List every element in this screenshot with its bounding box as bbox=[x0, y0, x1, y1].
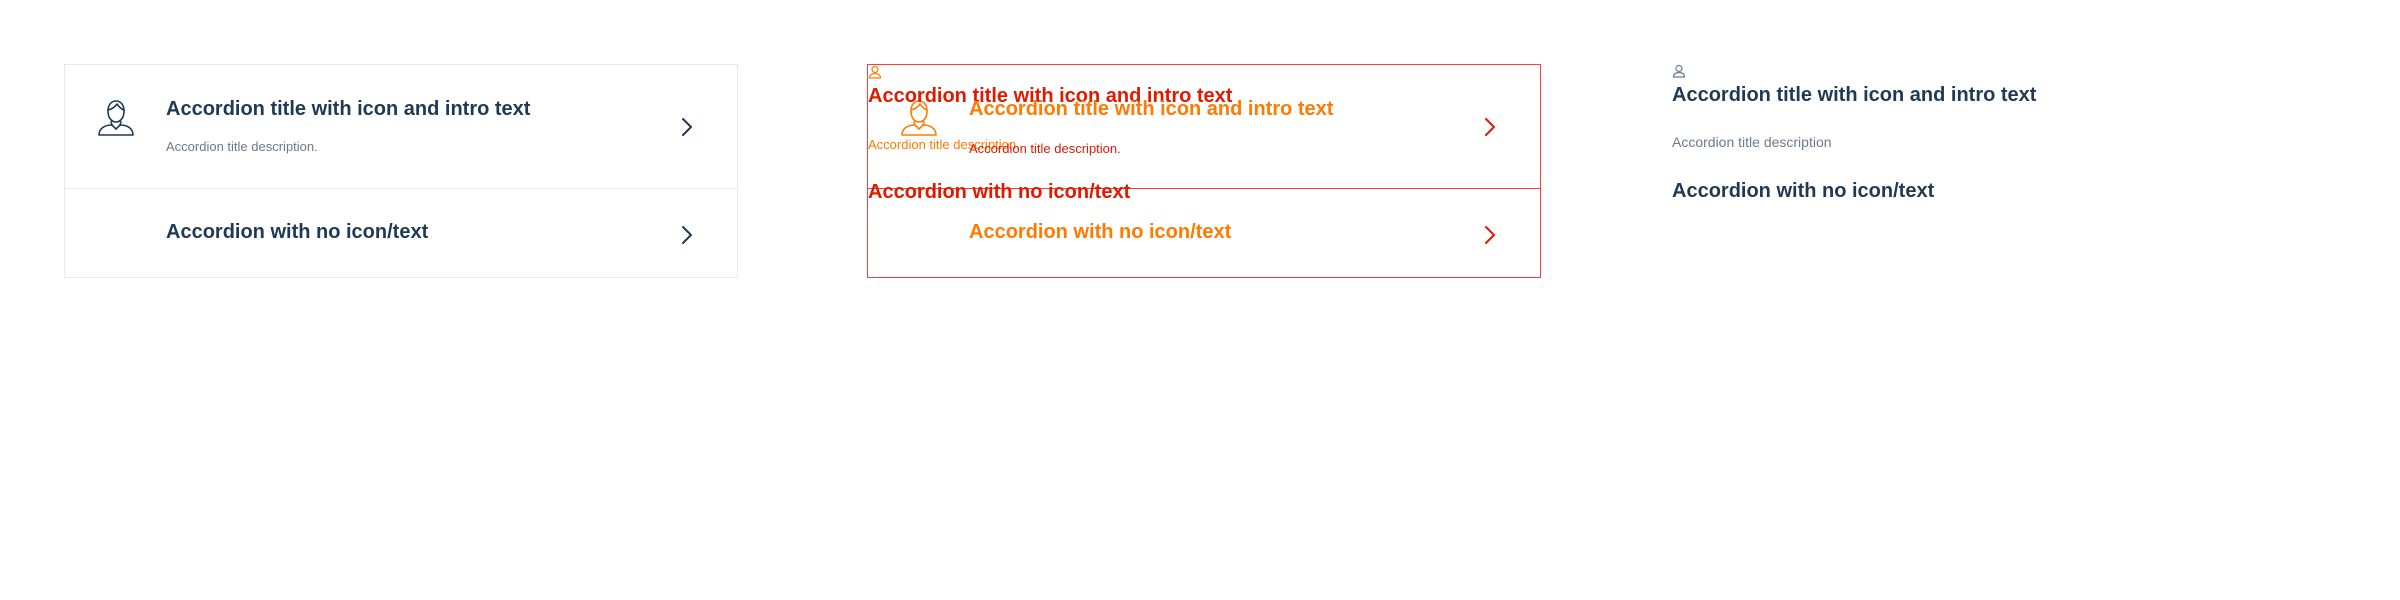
user-icon bbox=[1672, 64, 1686, 78]
accordion-title[interactable]: Accordion title with icon and intro text bbox=[1672, 84, 2036, 107]
accordion-title: Accordion title with icon and intro text bbox=[166, 98, 531, 120]
accordion-debug-overlay: Accordion title with icon and intro text… bbox=[867, 64, 1541, 278]
user-icon bbox=[868, 65, 882, 79]
chevron-right-icon bbox=[1480, 224, 1500, 246]
user-icon bbox=[96, 97, 136, 137]
debug-title-styled: Accordion title with icon and intro text bbox=[969, 98, 1334, 120]
accordion-styled: Accordion title with icon and intro text… bbox=[64, 64, 738, 278]
accordion-item-with-icon[interactable]: Accordion title with icon and intro text… bbox=[65, 65, 737, 189]
chevron-right-icon bbox=[677, 224, 697, 246]
accordion-description: Accordion title description bbox=[1672, 134, 1832, 150]
debug-description-styled: Accordion title description. bbox=[969, 141, 1121, 156]
debug-title-2-styled: Accordion with no icon/text bbox=[969, 221, 1232, 243]
accordion-title[interactable]: Accordion with no icon/text bbox=[1672, 180, 1934, 203]
accordion-description: Accordion title description. bbox=[166, 139, 318, 154]
accordion-unstyled: Accordion title with icon and intro text… bbox=[1672, 64, 2372, 278]
debug-title-2-unstyled: Accordion with no icon/text bbox=[868, 181, 1131, 203]
chevron-right-icon bbox=[1480, 116, 1500, 138]
accordion-title: Accordion with no icon/text bbox=[166, 221, 429, 243]
chevron-right-icon bbox=[677, 116, 697, 138]
accordion-item-plain[interactable]: Accordion with no icon/text bbox=[65, 189, 737, 277]
